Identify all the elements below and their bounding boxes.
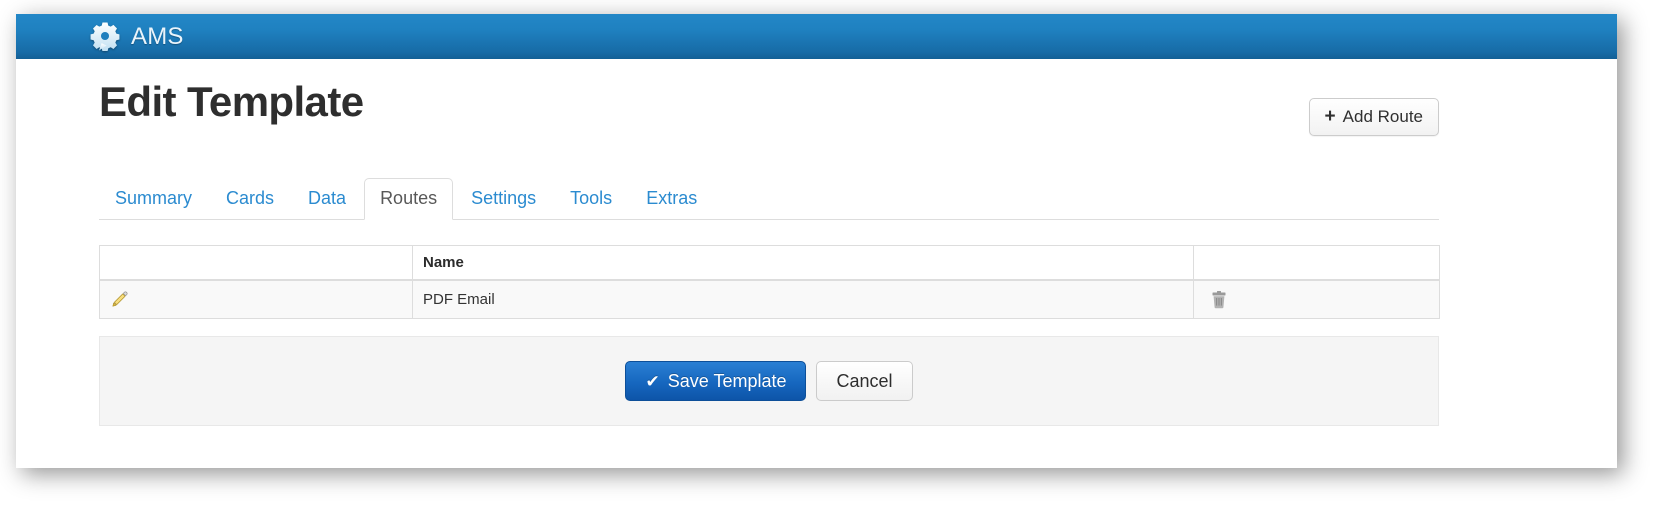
tab-settings[interactable]: Settings: [455, 178, 552, 220]
brand-label: AMS: [131, 22, 184, 50]
cell-delete-action: [1193, 279, 1440, 319]
routes-table: Name PDF Email: [99, 245, 1440, 319]
form-footer: ✔ Save Template Cancel: [99, 336, 1439, 426]
save-template-button-label: Save Template: [667, 370, 787, 391]
tab-routes[interactable]: Routes: [364, 178, 454, 220]
table-row: PDF Email: [99, 279, 1440, 319]
tab-summary[interactable]: Summary: [99, 178, 208, 220]
save-template-button[interactable]: ✔ Save Template: [625, 361, 807, 401]
brand-link[interactable]: AMS: [90, 14, 184, 59]
routes-table-body: PDF Email: [99, 279, 1440, 319]
top-navbar: AMS: [16, 14, 1617, 60]
add-route-button-label: Add Route: [1342, 107, 1423, 126]
cell-route-name: PDF Email: [412, 279, 1194, 319]
edit-route-button[interactable]: [110, 290, 129, 309]
tab-tools[interactable]: Tools: [554, 178, 628, 220]
table-header-row: Name: [99, 245, 1440, 281]
pencil-icon: [112, 291, 128, 307]
tab-data[interactable]: Data: [292, 178, 362, 220]
application-window: AMS Edit Template + Add Route Summary Ca…: [16, 14, 1617, 468]
template-tabs: Summary Cards Data Routes Settings Tools…: [99, 178, 1439, 220]
routes-table-head: Name: [99, 245, 1440, 281]
page-body: Edit Template + Add Route Summary Cards …: [16, 59, 1617, 468]
gear-icon: [90, 22, 120, 51]
add-route-button[interactable]: + Add Route: [1308, 98, 1439, 136]
column-header-edit: [99, 245, 413, 281]
cell-edit-action: [99, 279, 413, 319]
tab-extras[interactable]: Extras: [630, 178, 713, 220]
check-icon: ✔: [645, 372, 660, 391]
page-header: Edit Template + Add Route: [99, 76, 1439, 152]
column-header-name: Name: [412, 245, 1194, 281]
cancel-button[interactable]: Cancel: [816, 361, 913, 401]
cancel-button-label: Cancel: [836, 370, 893, 391]
trash-icon: [1212, 290, 1226, 308]
page-title: Edit Template: [99, 78, 364, 125]
delete-route-button[interactable]: [1204, 290, 1227, 309]
tab-cards[interactable]: Cards: [210, 178, 290, 220]
plus-icon: +: [1324, 106, 1336, 127]
column-header-delete: [1193, 245, 1440, 281]
